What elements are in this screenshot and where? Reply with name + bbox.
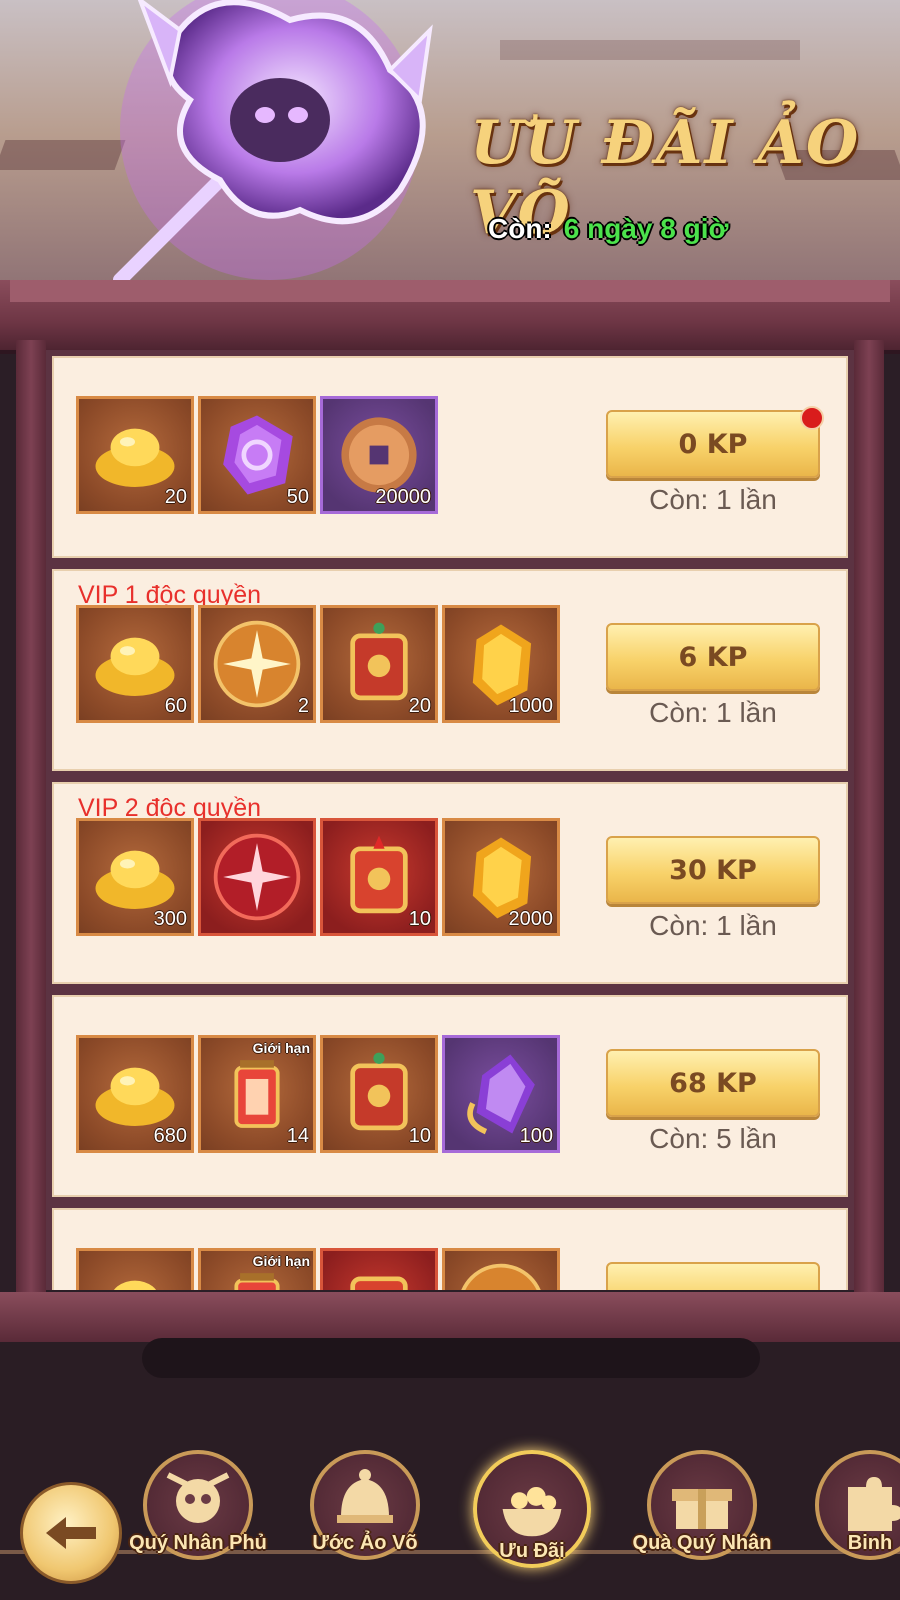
- lantern-icon[interactable]: Giới hạn: [198, 1248, 316, 1290]
- nav-binh[interactable]: Binh: [800, 1440, 900, 1590]
- purple-gem-icon[interactable]: 50: [198, 396, 316, 514]
- offer-card: Giới hạn: [52, 1208, 848, 1290]
- gold-ingot-icon[interactable]: 680: [76, 1035, 194, 1153]
- price-label: 6 KP: [678, 641, 748, 673]
- gold-ingot-icon[interactable]: 300: [76, 818, 194, 936]
- remaining-count: Còn: 1 lần: [649, 697, 777, 728]
- buy-button[interactable]: [606, 1262, 820, 1290]
- remaining-count: Còn: 5 lần: [649, 1123, 777, 1154]
- offer-list[interactable]: 20 50 20000 0 KP Còn: 1 lần VIP 1 độc qu…: [46, 350, 854, 1290]
- red-talisman-icon[interactable]: 10: [320, 818, 438, 936]
- orange-star-orb-icon[interactable]: [442, 1248, 560, 1290]
- limited-tag: Giới hạn: [252, 1040, 310, 1056]
- nav-label: Binh: [847, 1532, 893, 1554]
- item-count: 60: [164, 695, 187, 717]
- red-talisman-icon[interactable]: [320, 1248, 438, 1290]
- gold-ingot-icon[interactable]: 20: [76, 396, 194, 514]
- item-count: 1000: [508, 695, 554, 717]
- red-star-orb-icon[interactable]: [198, 818, 316, 936]
- cabinet-pillar-left: [16, 340, 46, 1300]
- nav-uu-dai[interactable]: Ưu Đãi: [462, 1440, 602, 1590]
- buy-button[interactable]: 30 KP: [606, 836, 820, 904]
- remaining-count: Còn: 1 lần: [649, 484, 777, 515]
- offer-card: VIP 1 độc quyền 60 2 20 1000 6 KP Còn: 1…: [52, 569, 848, 771]
- item-count: 10: [408, 908, 431, 930]
- buy-button[interactable]: 0 KP: [606, 406, 824, 478]
- item-count: 20: [164, 486, 187, 508]
- item-count: 2: [297, 695, 309, 717]
- offer-card: 20 50 20000 0 KP Còn: 1 lần: [52, 356, 848, 558]
- countdown-label: Còn:: [488, 213, 552, 244]
- item-count: 14: [286, 1125, 309, 1147]
- purple-crystal-icon[interactable]: 100: [442, 1035, 560, 1153]
- buy-button[interactable]: 6 KP: [606, 623, 820, 691]
- price-label: 68 KP: [669, 1067, 757, 1099]
- back-button[interactable]: [20, 1482, 122, 1584]
- lantern-icon[interactable]: Giới hạn 14: [198, 1035, 316, 1153]
- gold-ingot-icon[interactable]: [76, 1248, 194, 1290]
- nav-label: Ước Ảo Võ: [312, 1532, 418, 1554]
- nav-label: Quý Nhân Phủ: [129, 1532, 267, 1554]
- offer-card: VIP 2 độc quyền 300 10 2000 30 KP Còn: 1…: [52, 782, 848, 984]
- price-label: 0 KP: [678, 428, 748, 460]
- nav-uoc-ao-vo[interactable]: Ước Ảo Võ: [295, 1440, 435, 1590]
- limited-tag: Giới hạn: [252, 1253, 310, 1269]
- item-count: 300: [153, 908, 187, 930]
- cabinet-base: [0, 1292, 900, 1342]
- item-count: 2000: [508, 908, 554, 930]
- reward-items: 300 10 2000: [76, 818, 560, 936]
- item-count: 20: [408, 695, 431, 717]
- item-count: 10: [408, 1125, 431, 1147]
- reward-items: 680 Giới hạn 14 10 100: [76, 1035, 560, 1153]
- item-count: 50: [286, 486, 309, 508]
- copper-coin-icon[interactable]: 20000: [320, 396, 438, 514]
- reward-items: 60 2 20 1000: [76, 605, 560, 723]
- halberd-icon: [113, 0, 433, 287]
- nav-label: Quà Quý Nhân: [632, 1532, 772, 1554]
- gold-ingot-icon[interactable]: 60: [76, 605, 194, 723]
- yellow-crystal-icon[interactable]: 2000: [442, 818, 560, 936]
- item-count: 100: [519, 1125, 553, 1147]
- yellow-crystal-icon[interactable]: 1000: [442, 605, 560, 723]
- remaining-count: Còn: 1 lần: [649, 910, 777, 941]
- countdown-value: 6 ngày 8 giờ: [563, 213, 729, 244]
- event-banner: ƯU ĐÃI ẢO VÕ Còn: 6 ngày 8 giờ: [0, 0, 900, 300]
- cabinet-pillar-right: [854, 340, 884, 1300]
- reward-items: 20 50 20000: [76, 396, 438, 514]
- nav-quy-nhan-phu[interactable]: Quý Nhân Phủ: [128, 1440, 268, 1590]
- nav-label: Ưu Đãi: [499, 1540, 565, 1562]
- event-countdown: Còn: 6 ngày 8 giờ: [488, 213, 728, 245]
- offer-card: 680 Giới hạn 14 10 100 68 KP Còn: 5 lần: [52, 995, 848, 1197]
- nav-qua-quy-nhan[interactable]: Quà Quý Nhân: [632, 1440, 772, 1590]
- item-count: 20000: [375, 486, 431, 508]
- talisman-icon[interactable]: 20: [320, 605, 438, 723]
- item-count: 680: [153, 1125, 187, 1147]
- cabinet-top: [0, 280, 900, 354]
- price-label: 30 KP: [669, 854, 757, 886]
- talisman-icon[interactable]: 10: [320, 1035, 438, 1153]
- orange-star-orb-icon[interactable]: 2: [198, 605, 316, 723]
- reward-items: Giới hạn: [76, 1248, 560, 1290]
- buy-button[interactable]: 68 KP: [606, 1049, 820, 1117]
- notification-dot: [800, 406, 824, 430]
- back-arrow-icon: [46, 1517, 96, 1549]
- cabinet-slot: [142, 1338, 760, 1378]
